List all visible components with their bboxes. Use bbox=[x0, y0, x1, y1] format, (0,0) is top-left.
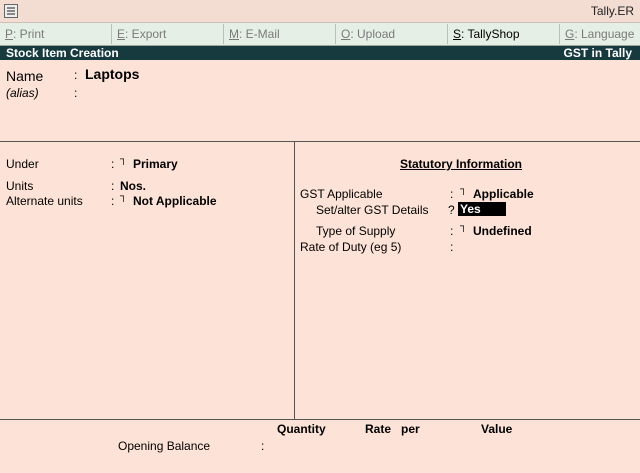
set-alter-gst-label: Set/alter GST Details bbox=[316, 203, 429, 217]
list-marker-icon: ┐ bbox=[460, 184, 468, 195]
alias-sep: : bbox=[74, 86, 78, 100]
gst-applicable-sep: : bbox=[450, 187, 454, 201]
language-button[interactable]: G: Language bbox=[560, 24, 640, 44]
opening-quantity-field[interactable] bbox=[275, 439, 355, 453]
type-of-supply-sep: : bbox=[450, 224, 454, 238]
screen-title: Stock Item Creation bbox=[6, 46, 119, 60]
column-divider bbox=[294, 141, 295, 419]
alternate-units-field[interactable]: Not Applicable bbox=[133, 194, 217, 208]
under-label: Under bbox=[6, 157, 39, 171]
units-label: Units bbox=[6, 179, 34, 193]
quantity-column-header: Quantity bbox=[277, 422, 326, 436]
set-alter-gst-sep: ? bbox=[448, 203, 455, 217]
print-button[interactable]: P: Print bbox=[0, 24, 112, 44]
value-column-header: Value bbox=[481, 422, 513, 436]
statutory-title: Statutory Information bbox=[400, 157, 522, 171]
list-marker-icon: ┐ bbox=[460, 221, 468, 232]
button-bar: P: Print E: Export M: E-Mail O: Upload S… bbox=[0, 23, 640, 46]
under-sep: : bbox=[111, 157, 115, 171]
set-alter-gst-field[interactable]: Yes bbox=[458, 202, 506, 216]
upload-button[interactable]: O: Upload bbox=[336, 24, 448, 44]
screen-header: Stock Item Creation GST in Tally bbox=[0, 46, 640, 60]
opening-balance-label: Opening Balance bbox=[118, 439, 211, 453]
rate-of-duty-label: Rate of Duty (eg 5) bbox=[300, 240, 402, 254]
export-button[interactable]: E: Export bbox=[112, 24, 224, 44]
tallyshop-button[interactable]: S: TallyShop bbox=[448, 24, 560, 44]
email-button[interactable]: M: E-Mail bbox=[224, 24, 336, 44]
type-of-supply-label: Type of Supply bbox=[316, 224, 396, 238]
list-marker-icon: ┐ bbox=[120, 154, 128, 165]
section-divider bbox=[0, 141, 640, 142]
alias-field[interactable] bbox=[85, 86, 285, 100]
list-marker-icon: ┐ bbox=[120, 191, 128, 202]
rate-of-duty-field[interactable] bbox=[460, 240, 580, 254]
under-field[interactable]: Primary bbox=[133, 157, 178, 171]
opening-divider bbox=[0, 419, 640, 420]
gst-applicable-label: GST Applicable bbox=[300, 187, 383, 201]
type-of-supply-field[interactable]: Undefined bbox=[473, 224, 532, 238]
alias-label: (alias) bbox=[6, 86, 39, 100]
header-right-label: GST in Tally bbox=[563, 46, 632, 60]
name-field[interactable]: Laptops bbox=[85, 66, 139, 82]
title-bar: Tally.ER bbox=[0, 0, 640, 23]
gst-applicable-field[interactable]: Applicable bbox=[473, 187, 534, 201]
per-column-header: per bbox=[401, 422, 420, 436]
rate-column-header: Rate bbox=[365, 422, 392, 436]
units-sep: : bbox=[111, 179, 115, 193]
opening-balance-sep: : bbox=[261, 439, 265, 453]
alternate-units-sep: : bbox=[111, 194, 115, 208]
name-sep: : bbox=[74, 68, 78, 82]
rate-of-duty-sep: : bbox=[450, 240, 454, 254]
name-label: Name bbox=[6, 68, 44, 84]
app-icon[interactable] bbox=[4, 4, 18, 18]
window-title: Tally.ER bbox=[590, 4, 634, 18]
alternate-units-label: Alternate units bbox=[6, 194, 83, 208]
